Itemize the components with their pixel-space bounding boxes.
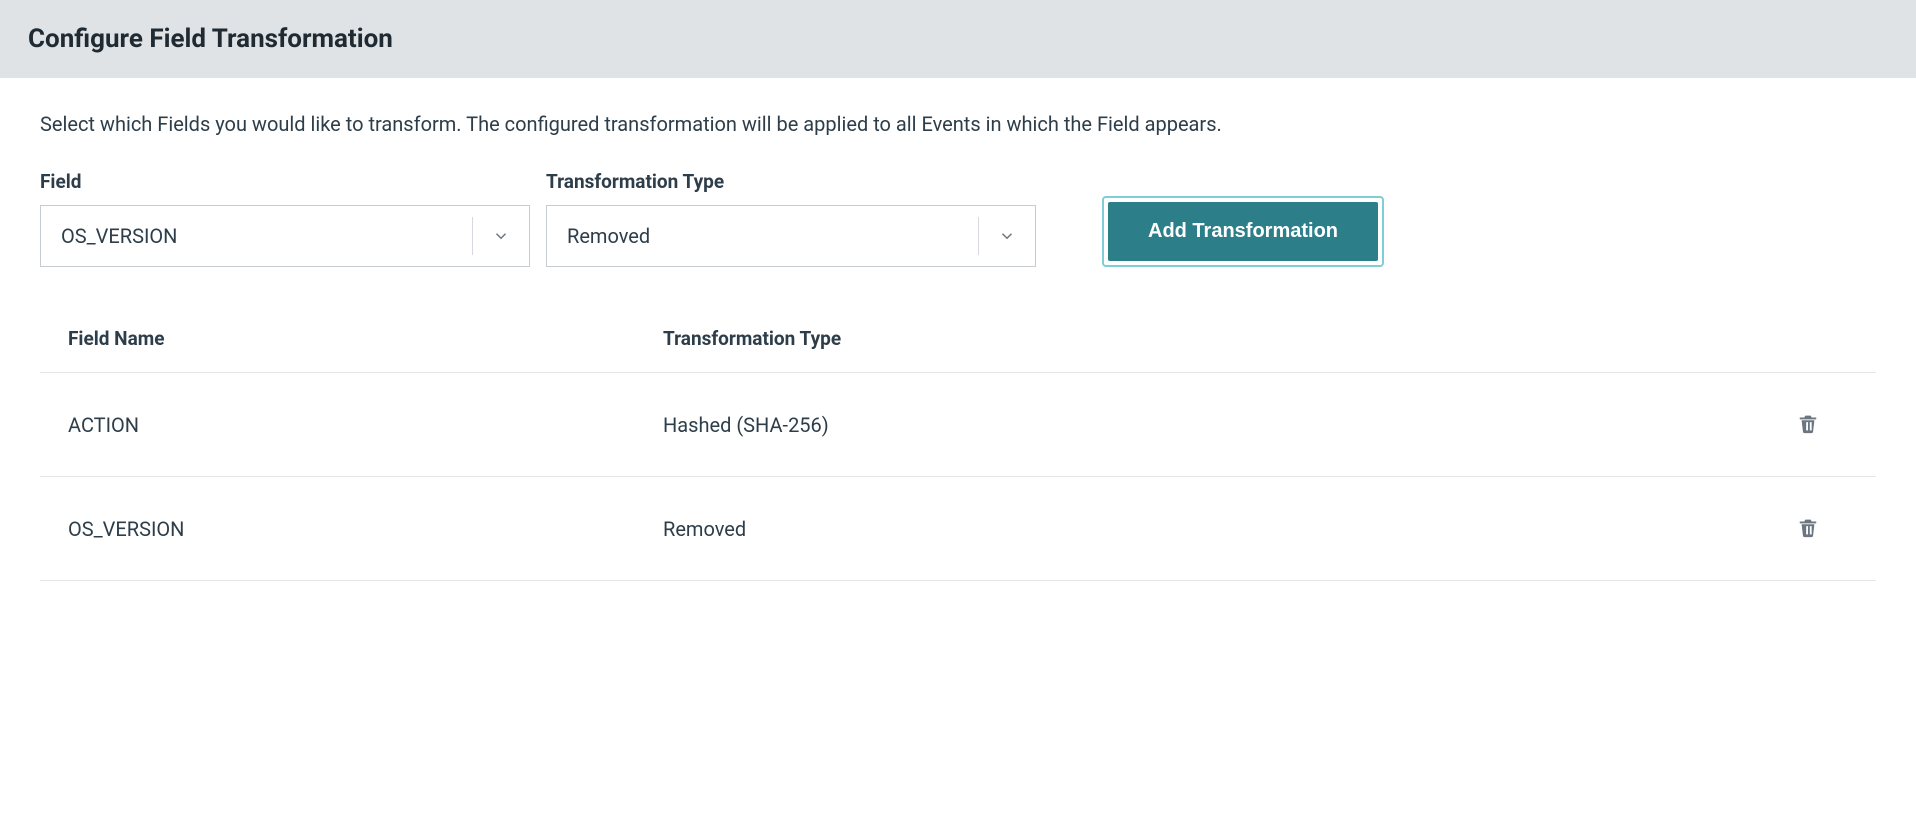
cell-field-name: OS_VERSION bbox=[68, 517, 663, 541]
add-transformation-button[interactable]: Add Transformation bbox=[1108, 202, 1378, 261]
field-select[interactable]: OS_VERSION bbox=[40, 205, 530, 267]
header-transformation-type: Transformation Type bbox=[663, 327, 1768, 350]
content-area: Select which Fields you would like to tr… bbox=[0, 78, 1916, 613]
table-row: ACTION Hashed (SHA-256) bbox=[40, 373, 1876, 477]
cell-transformation-type: Removed bbox=[663, 517, 1768, 541]
page-title: Configure Field Transformation bbox=[28, 24, 1888, 54]
trash-icon bbox=[1797, 527, 1819, 542]
cell-transformation-type: Hashed (SHA-256) bbox=[663, 413, 1768, 437]
cell-field-name: ACTION bbox=[68, 413, 663, 437]
form-row: Field OS_VERSION Transformation Type Rem… bbox=[40, 170, 1876, 267]
table-row: OS_VERSION Removed bbox=[40, 477, 1876, 581]
delete-row-button[interactable] bbox=[1793, 407, 1823, 442]
transformations-table: Field Name Transformation Type ACTION Ha… bbox=[40, 327, 1876, 581]
field-group: Field OS_VERSION bbox=[40, 170, 530, 267]
trash-icon bbox=[1797, 423, 1819, 438]
delete-row-button[interactable] bbox=[1793, 511, 1823, 546]
type-select-value: Removed bbox=[547, 224, 978, 248]
header-field-name: Field Name bbox=[68, 327, 663, 350]
page-header: Configure Field Transformation bbox=[0, 0, 1916, 78]
type-select[interactable]: Removed bbox=[546, 205, 1036, 267]
field-label: Field bbox=[40, 170, 530, 193]
header-actions bbox=[1768, 327, 1848, 350]
chevron-down-icon bbox=[473, 227, 529, 245]
type-group: Transformation Type Removed bbox=[546, 170, 1036, 267]
description-text: Select which Fields you would like to tr… bbox=[40, 110, 1876, 138]
chevron-down-icon bbox=[979, 227, 1035, 245]
add-button-focus-ring: Add Transformation bbox=[1102, 196, 1384, 267]
table-header: Field Name Transformation Type bbox=[40, 327, 1876, 373]
type-label: Transformation Type bbox=[546, 170, 1036, 193]
field-select-value: OS_VERSION bbox=[41, 224, 472, 248]
